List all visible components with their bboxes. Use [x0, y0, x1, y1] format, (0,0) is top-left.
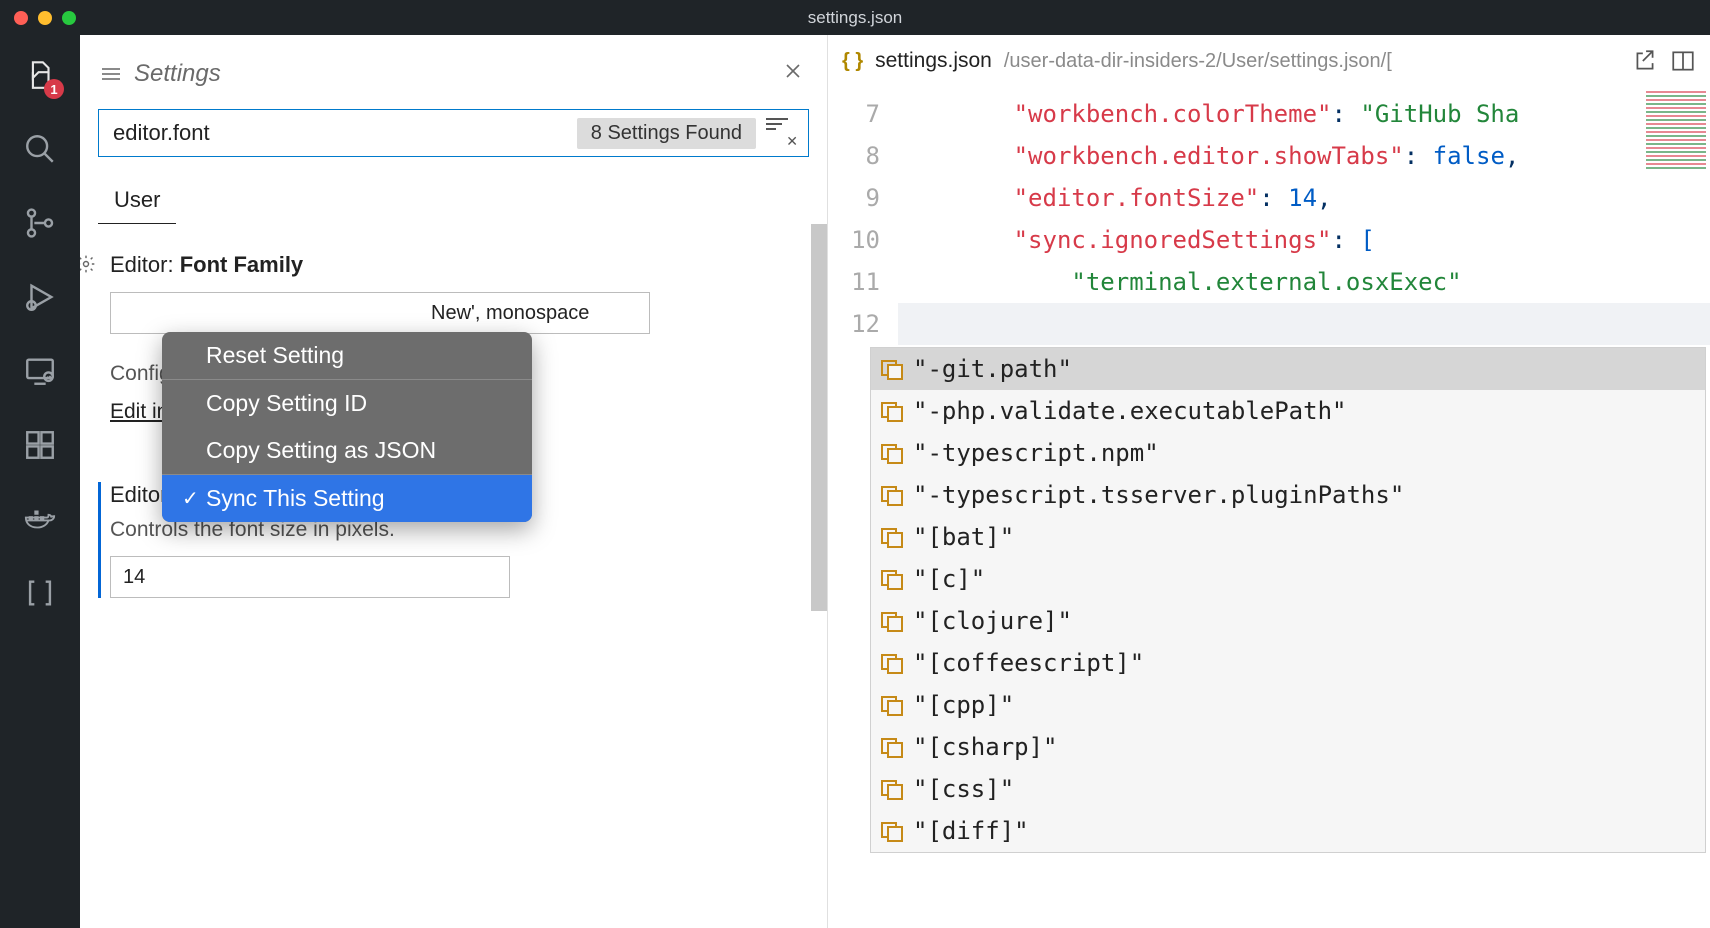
- settings-editor: Settings 8 Settings Found ✕: [80, 35, 827, 928]
- explorer-icon[interactable]: 1: [20, 55, 60, 95]
- constant-icon: [881, 696, 903, 714]
- suggestion-item[interactable]: "[cpp]": [871, 684, 1705, 726]
- traffic-lights: [14, 11, 76, 25]
- minimap[interactable]: [1646, 91, 1706, 171]
- editor-tab-filename[interactable]: settings.json: [875, 49, 992, 73]
- intellisense-suggest-widget: "-git.path""-php.validate.executablePath…: [870, 347, 1706, 853]
- constant-icon: [881, 360, 903, 378]
- suggestion-item[interactable]: "[bat]": [871, 516, 1705, 558]
- run-debug-icon[interactable]: [20, 277, 60, 317]
- open-file-icon[interactable]: [1632, 48, 1658, 74]
- constant-icon: [881, 486, 903, 504]
- suggestion-item[interactable]: "-git.path": [871, 348, 1705, 390]
- constant-icon: [881, 444, 903, 462]
- settings-header: Settings: [80, 35, 827, 103]
- constant-icon: [881, 654, 903, 672]
- activity-bar: 1: [0, 35, 80, 928]
- suggestion-item[interactable]: "[clojure]": [871, 600, 1705, 642]
- search-icon[interactable]: [20, 129, 60, 169]
- explorer-badge: 1: [44, 79, 64, 99]
- constant-icon: [881, 402, 903, 420]
- json-file-icon: { }: [842, 50, 863, 73]
- constant-icon: [881, 780, 903, 798]
- setting-context-menu: Reset Setting Copy Setting ID Copy Setti…: [162, 332, 532, 522]
- menu-copy-setting-json[interactable]: Copy Setting as JSON: [162, 427, 532, 474]
- suggestion-item[interactable]: "-typescript.npm": [871, 432, 1705, 474]
- font-family-input[interactable]: [110, 292, 650, 334]
- font-size-input[interactable]: [110, 556, 510, 598]
- tab-user[interactable]: User: [98, 177, 176, 224]
- window-title: settings.json: [808, 8, 903, 28]
- settings-search-box: 8 Settings Found ✕: [98, 109, 809, 157]
- setting-label: Editor: Font Family: [110, 252, 303, 278]
- remote-explorer-icon[interactable]: [20, 351, 60, 391]
- json-editor: { } settings.json /user-data-dir-insider…: [827, 35, 1710, 928]
- docker-icon[interactable]: [20, 499, 60, 539]
- split-view: Settings 8 Settings Found ✕: [80, 35, 1710, 928]
- menu-copy-setting-id[interactable]: Copy Setting ID: [162, 380, 532, 427]
- editor-tab-row: { } settings.json /user-data-dir-insider…: [828, 35, 1710, 87]
- menu-sync-this-setting[interactable]: ✓Sync This Setting: [162, 475, 532, 522]
- constant-icon: [881, 822, 903, 840]
- constant-icon: [881, 528, 903, 546]
- settings-body: Editor: Font Family Configures font liga…: [80, 224, 827, 928]
- suggestion-item[interactable]: "[c]": [871, 558, 1705, 600]
- suggestion-item[interactable]: "-php.validate.executablePath": [871, 390, 1705, 432]
- clear-search-icon[interactable]: ✕: [766, 118, 796, 148]
- extensions-icon[interactable]: [20, 425, 60, 465]
- source-control-icon[interactable]: [20, 203, 60, 243]
- settings-toc-icon[interactable]: [102, 68, 120, 80]
- constant-icon: [881, 570, 903, 588]
- suggestion-item[interactable]: "[csharp]": [871, 726, 1705, 768]
- editor-tab-path: /user-data-dir-insiders-2/User/settings.…: [1004, 50, 1392, 73]
- suggestion-item[interactable]: "-typescript.tsserver.pluginPaths": [871, 474, 1705, 516]
- menu-reset-setting[interactable]: Reset Setting: [162, 332, 532, 379]
- suggestion-item[interactable]: "[coffeescript]": [871, 642, 1705, 684]
- settings-scrollbar[interactable]: [811, 224, 827, 611]
- suggestion-item[interactable]: "[css]": [871, 768, 1705, 810]
- bracketed-icon[interactable]: [20, 573, 60, 613]
- close-settings-button[interactable]: [773, 57, 813, 91]
- split-editor-icon[interactable]: [1670, 48, 1696, 74]
- settings-search-input[interactable]: [99, 120, 577, 146]
- constant-icon: [881, 612, 903, 630]
- suggestion-item[interactable]: "[diff]": [871, 810, 1705, 852]
- settings-found-count: 8 Settings Found: [577, 118, 756, 149]
- settings-scope-tabs: User: [98, 177, 809, 224]
- close-window-button[interactable]: [14, 11, 28, 25]
- settings-title: Settings: [134, 60, 773, 88]
- main-area: 1 Settings: [0, 35, 1710, 928]
- title-bar: settings.json: [0, 0, 1710, 35]
- constant-icon: [881, 738, 903, 756]
- setting-font-family: Editor: Font Family: [98, 252, 809, 334]
- gear-icon[interactable]: [80, 254, 96, 279]
- editor-body[interactable]: 789101112 "workbench.colorTheme": "GitHu…: [828, 87, 1710, 928]
- minimize-window-button[interactable]: [38, 11, 52, 25]
- zoom-window-button[interactable]: [62, 11, 76, 25]
- settings-search-wrap: 8 Settings Found ✕: [98, 109, 809, 157]
